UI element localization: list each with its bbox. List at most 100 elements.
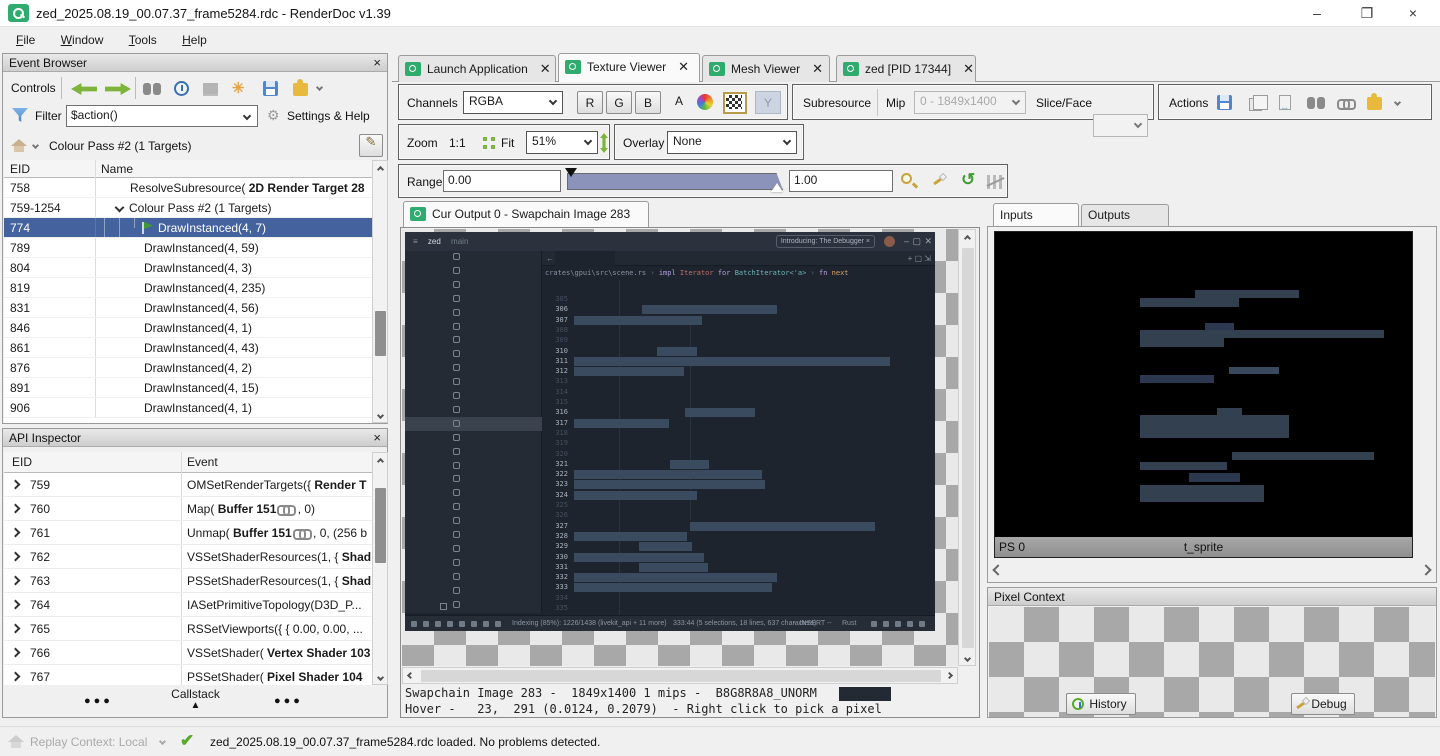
scroll-up-icon[interactable]: [373, 161, 387, 176]
tab-close-icon[interactable]: ✕: [540, 61, 551, 76]
range-min-input[interactable]: 0.00: [443, 170, 561, 192]
api-row[interactable]: 759OMSetRenderTargets({ Render T: [4, 473, 373, 497]
range-slider-bar[interactable]: [567, 173, 783, 190]
api-inspector-scrollbar[interactable]: [372, 452, 388, 685]
scrollbar-thumb[interactable]: [375, 311, 386, 356]
event-row[interactable]: 846DrawInstanced(4, 1): [4, 318, 373, 338]
event-row[interactable]: 759-1254Colour Pass #2 (1 Targets): [4, 198, 373, 218]
replay-context-dropdown-icon[interactable]: [159, 738, 166, 745]
filter-dropdown-icon[interactable]: [243, 112, 251, 120]
export-icon[interactable]: [263, 81, 278, 96]
expand-icon[interactable]: [11, 624, 21, 634]
event-row[interactable]: 804DrawInstanced(4, 3): [4, 258, 373, 278]
tab-close-icon[interactable]: ✕: [678, 59, 689, 74]
step-forward-icon[interactable]: [105, 83, 131, 95]
api-row[interactable]: 761Unmap( Buffer 151 , 0, (256 b: [4, 521, 373, 545]
event-row[interactable]: 906DrawInstanced(4, 1): [4, 398, 373, 418]
tab-launch-application[interactable]: Launch Application✕: [398, 55, 556, 82]
extensions-icon[interactable]: [293, 83, 308, 96]
event-row-selected[interactable]: 774 DrawInstanced(4, 7): [4, 218, 373, 238]
event-col-name[interactable]: Name: [101, 162, 133, 176]
flip-vertical-icon[interactable]: [600, 133, 608, 153]
breadcrumb-dropdown-icon[interactable]: [32, 142, 39, 149]
thumbnails-scroll-left-icon[interactable]: [992, 564, 1003, 575]
texture-vscrollbar[interactable]: [958, 229, 976, 666]
tab-close-icon[interactable]: ✕: [812, 61, 823, 76]
save-texture-icon[interactable]: [1217, 95, 1232, 110]
event-col-eid[interactable]: EID: [10, 162, 30, 176]
expand-icon[interactable]: [11, 648, 21, 658]
api-row[interactable]: 762VSSetShaderResources(1, { Shad: [4, 545, 373, 569]
scrollbar-thumb[interactable]: [375, 488, 386, 563]
column-divider[interactable]: [95, 160, 96, 178]
api-row[interactable]: 760Map( Buffer 151 , 0): [4, 497, 373, 521]
reset-range-icon[interactable]: ↺: [961, 172, 975, 188]
column-divider[interactable]: [181, 452, 182, 473]
zoom-combo[interactable]: 51%: [526, 131, 598, 154]
expand-icon[interactable]: [11, 504, 21, 514]
fit-label[interactable]: Fit: [501, 136, 514, 150]
checkerboard-background-button[interactable]: [723, 92, 747, 114]
timeline-icon[interactable]: [174, 81, 189, 96]
tab-mesh-viewer[interactable]: Mesh Viewer✕: [702, 55, 830, 82]
event-browser-scrollbar[interactable]: [372, 160, 388, 423]
event-row[interactable]: 758ResolveSubresource( 2D Render Target …: [4, 178, 373, 198]
api-col-event[interactable]: Event: [187, 455, 218, 469]
settings-help-link[interactable]: Settings & Help: [287, 109, 370, 123]
goto-location-icon[interactable]: [1307, 97, 1325, 109]
find-event-icon[interactable]: [143, 83, 161, 95]
scroll-right-icon[interactable]: [946, 672, 953, 679]
event-row[interactable]: 789DrawInstanced(4, 59): [4, 238, 373, 258]
event-row[interactable]: 819DrawInstanced(4, 235): [4, 278, 373, 298]
event-row[interactable]: 876DrawInstanced(4, 2): [4, 358, 373, 378]
scroll-down-icon[interactable]: [373, 407, 387, 422]
bookmark-icon[interactable]: ✳: [232, 81, 245, 96]
zoom-1to1-button[interactable]: 1:1: [449, 136, 466, 150]
api-row[interactable]: 767PSSetShader( Pixel Shader 104: [4, 665, 373, 685]
tab-texture-viewer[interactable]: Texture Viewer✕: [558, 53, 700, 82]
extensions-dropdown-icon[interactable]: [1394, 99, 1401, 106]
range-black-point-handle[interactable]: [565, 168, 577, 177]
event-row[interactable]: 891DrawInstanced(4, 15): [4, 378, 373, 398]
scroll-up-icon[interactable]: [959, 230, 975, 245]
scroll-up-icon[interactable]: [373, 453, 387, 468]
settings-gear-icon[interactable]: ⚙: [267, 108, 280, 122]
home-icon[interactable]: [11, 139, 27, 152]
menu-help[interactable]: Help: [176, 32, 213, 48]
channel-green-button[interactable]: G: [606, 91, 632, 114]
expand-icon[interactable]: [11, 576, 21, 586]
texture-canvas[interactable]: ≡ zed main Introducing: The Debugger × –…: [402, 229, 958, 666]
channels-combo[interactable]: RGBA: [463, 91, 563, 114]
tab-zed-pid[interactable]: zed [PID 17344]✕: [836, 55, 976, 82]
api-row[interactable]: 766VSSetShader( Vertex Shader 103: [4, 641, 373, 665]
collapse-icon[interactable]: [115, 203, 125, 213]
channel-red-button[interactable]: R: [577, 91, 603, 114]
range-white-point-handle[interactable]: [771, 183, 783, 192]
channel-blue-button[interactable]: B: [635, 91, 661, 114]
range-max-input[interactable]: 1.00: [789, 170, 893, 192]
filter-input[interactable]: $action(): [66, 105, 258, 127]
event-row[interactable]: 861DrawInstanced(4, 43): [4, 338, 373, 358]
close-button[interactable]: ×: [1390, 0, 1436, 27]
menu-tools[interactable]: Tools: [123, 32, 163, 48]
input-texture-thumbnail[interactable]: PS 0 t_sprite: [994, 231, 1413, 558]
autofit-range-icon[interactable]: [901, 173, 912, 184]
menu-file[interactable]: File: [10, 32, 41, 48]
callstack-expand-icon[interactable]: ▲: [4, 700, 387, 711]
history-button[interactable]: History: [1066, 693, 1136, 715]
bookmark-edit-button[interactable]: ✎: [359, 134, 383, 157]
overlay-combo[interactable]: None: [667, 131, 797, 154]
callstack-section[interactable]: ●●● Callstack ▲ ●●●: [4, 686, 387, 717]
thumbnails-scroll-right-icon[interactable]: [1420, 564, 1431, 575]
scroll-left-icon[interactable]: [407, 672, 414, 679]
expand-icon[interactable]: [11, 552, 21, 562]
tab-inputs[interactable]: Inputs: [993, 203, 1079, 227]
fit-icon[interactable]: [483, 137, 495, 149]
scroll-down-icon[interactable]: [373, 669, 387, 684]
menu-window[interactable]: Window: [55, 32, 110, 48]
tab-close-icon[interactable]: ✕: [963, 61, 974, 76]
api-inspector-close-icon[interactable]: ×: [373, 430, 381, 445]
tab-outputs[interactable]: Outputs: [1081, 204, 1169, 227]
restore-button[interactable]: ❐: [1344, 0, 1390, 27]
expand-icon[interactable]: [11, 528, 21, 538]
